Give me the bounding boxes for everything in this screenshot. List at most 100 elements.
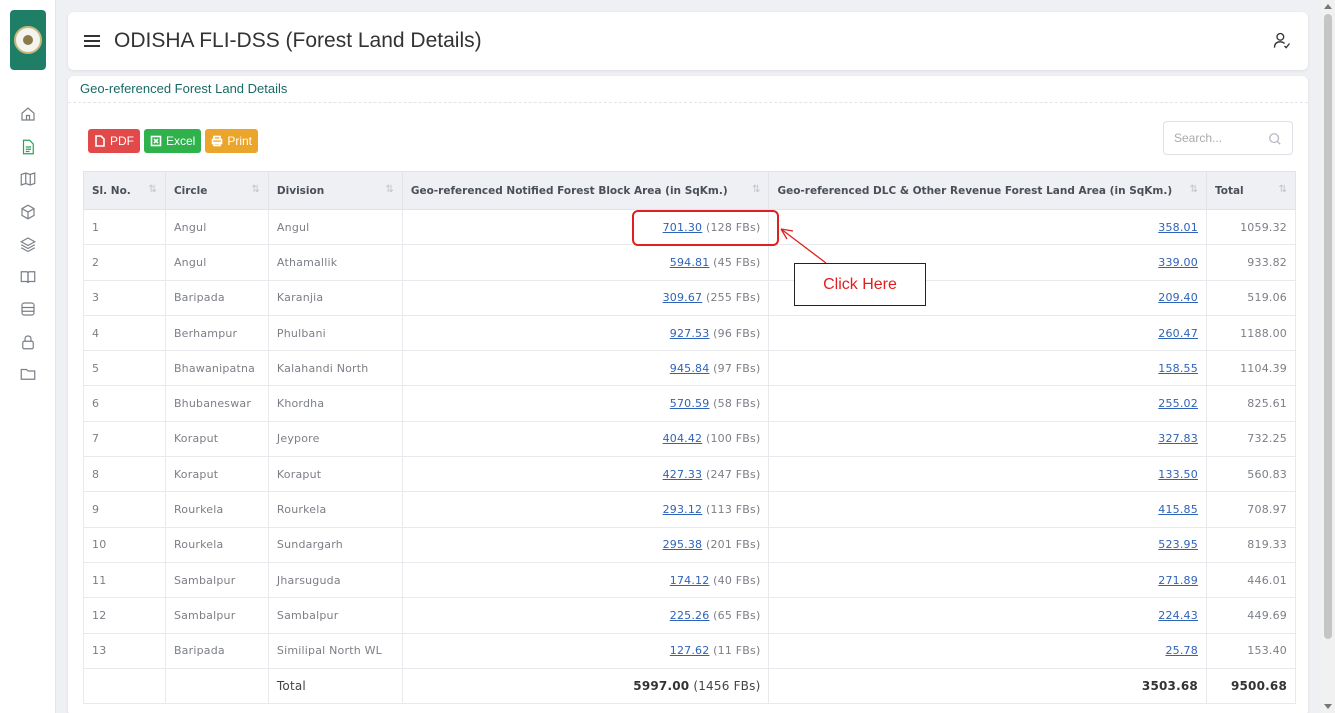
notified-forest-area-link[interactable]: 594.81 <box>670 256 710 269</box>
col-header-label: Sl. No. <box>92 184 131 197</box>
sidebar-item-documents[interactable] <box>0 131 56 164</box>
app-title: ODISHA FLI-DSS (Forest Land Details) <box>114 29 482 52</box>
database-icon <box>21 302 35 316</box>
col-header-circle[interactable]: Circle ⇅ <box>164 171 269 210</box>
search-input[interactable] <box>1174 131 1264 145</box>
sidebar-item-layers[interactable] <box>0 228 56 261</box>
table-row: 9 Rourkela Rourkela 293.12 (113 FBs) 415.85 7… <box>83 491 1297 528</box>
total-fb-count: (1456 FBs) <box>693 679 761 693</box>
dlc-area-link[interactable]: 255.02 <box>1158 397 1198 410</box>
cell-sl-no: 13 <box>83 632 166 669</box>
dlc-area-link[interactable]: 25.78 <box>1165 644 1198 657</box>
cell-circle: Angul <box>164 208 269 246</box>
table-row: 8 Koraput Koraput 427.33 (247 FBs) 133.50 560… <box>83 456 1297 493</box>
odisha-emblem-logo[interactable] <box>10 10 46 70</box>
scrollbar-thumb[interactable] <box>1324 14 1332 639</box>
sidebar-item-map[interactable] <box>0 163 56 196</box>
export-toolbar: PDF Excel Print <box>88 129 259 153</box>
fb-count: (255 FBs) <box>705 291 761 305</box>
dlc-area-link[interactable]: 358.01 <box>1158 221 1198 234</box>
cell-circle: Bhawanipatna <box>164 350 269 387</box>
sidebar-item-database[interactable] <box>0 293 56 326</box>
print-button[interactable]: Print <box>205 129 259 153</box>
sort-icon: ⇅ <box>148 184 157 195</box>
dlc-area-link[interactable]: 209.40 <box>1158 291 1198 304</box>
notified-forest-area-link[interactable]: 570.59 <box>670 397 710 410</box>
dlc-area-link[interactable]: 224.43 <box>1158 609 1198 622</box>
page-scrollbar[interactable] <box>1321 0 1335 713</box>
notified-forest-area-link[interactable]: 427.33 <box>663 468 703 481</box>
notified-forest-area-link[interactable]: 309.67 <box>663 291 703 304</box>
cell-notified-forest-area: 570.59 (58 FBs) <box>401 385 770 422</box>
cell-circle: Baripada <box>164 632 269 669</box>
excel-button[interactable]: Excel <box>144 129 202 153</box>
lock-icon <box>22 335 34 350</box>
map-icon <box>20 172 36 187</box>
col-header-total[interactable]: Total ⇅ <box>1205 171 1297 210</box>
forest-details-card: Geo-referenced Forest Land Details PDF E… <box>68 76 1308 713</box>
notified-forest-area-link[interactable]: 945.84 <box>670 362 710 375</box>
col-header-label: Total <box>1214 184 1244 197</box>
search-icon <box>1269 133 1281 145</box>
dlc-area-link[interactable]: 523.95 <box>1158 538 1198 551</box>
cell-circle: Baripada <box>164 279 269 316</box>
cell-notified-forest-area: 945.84 (97 FBs) <box>401 350 770 387</box>
cell-dlc-area: 158.55 <box>768 350 1207 387</box>
hamburger-menu-icon[interactable] <box>84 34 102 48</box>
notified-forest-area-link[interactable]: 127.62 <box>670 644 710 657</box>
dlc-area-link[interactable]: 415.85 <box>1158 503 1198 516</box>
sort-icon: ⇅ <box>1189 184 1198 195</box>
cell-division: Jharsuguda <box>267 561 403 599</box>
notified-forest-area-link[interactable]: 293.12 <box>663 503 703 516</box>
pdf-button[interactable]: PDF <box>88 129 140 153</box>
scroll-down-arrow-icon[interactable] <box>1324 704 1332 709</box>
cell-total: 519.06 <box>1205 279 1297 316</box>
cell-circle: Angul <box>164 244 269 281</box>
dlc-area-link[interactable]: 339.00 <box>1158 256 1198 269</box>
cell-sl-no: 1 <box>83 208 166 246</box>
grand-total: 9500.68 <box>1205 667 1297 705</box>
dlc-area-link[interactable]: 158.55 <box>1158 362 1198 375</box>
sidebar-item-cube[interactable] <box>0 196 56 229</box>
fb-count: (97 FBs) <box>713 361 761 375</box>
col-header-notified-forest-block-area[interactable]: Geo-referenced Notified Forest Block Are… <box>401 171 770 210</box>
card-title: Geo-referenced Forest Land Details <box>80 81 288 96</box>
notified-forest-area-link[interactable]: 174.12 <box>670 574 710 587</box>
table-row: 11 Sambalpur Jharsuguda 174.12 (40 FBs) 271.… <box>83 561 1297 599</box>
sidebar-item-lock[interactable] <box>0 326 56 359</box>
sidebar-item-home[interactable] <box>0 98 56 131</box>
card-divider <box>68 102 1308 103</box>
cell-division: Koraput <box>267 456 403 493</box>
scroll-up-arrow-icon[interactable] <box>1324 4 1332 9</box>
cell-notified-forest-area: 127.62 (11 FBs) <box>401 632 770 669</box>
forest-land-table: Sl. No. ⇅ Circle ⇅ Division ⇅ Geo-reference… <box>83 171 1297 705</box>
user-profile-icon[interactable] <box>1272 31 1292 51</box>
cell-total: 933.82 <box>1205 244 1297 281</box>
dlc-area-link[interactable]: 327.83 <box>1158 432 1198 445</box>
sidebar-item-book[interactable] <box>0 261 56 294</box>
col-header-dlc-revenue-forest-area[interactable]: Geo-referenced DLC & Other Revenue Fores… <box>768 171 1207 210</box>
notified-forest-area-link[interactable]: 927.53 <box>670 327 710 340</box>
notified-forest-area-link[interactable]: 295.38 <box>663 538 703 551</box>
cell-division: Sundargarh <box>267 526 403 563</box>
dlc-area-link[interactable]: 133.50 <box>1158 468 1198 481</box>
sidebar-item-folder[interactable] <box>0 358 56 391</box>
cell-division: Sambalpur <box>267 597 403 634</box>
notified-forest-area-link[interactable]: 225.26 <box>670 609 710 622</box>
table-row: 3 Baripada Karanjia 309.67 (255 FBs) 209.40 5… <box>83 279 1297 316</box>
cell-notified-forest-area: 225.26 (65 FBs) <box>401 597 770 634</box>
cell-notified-forest-area: 927.53 (96 FBs) <box>401 314 770 352</box>
col-header-sl-no[interactable]: Sl. No. ⇅ <box>83 171 166 210</box>
cell-dlc-area: 255.02 <box>768 385 1207 422</box>
excel-button-label: Excel <box>166 134 196 148</box>
notified-forest-area-link[interactable]: 404.42 <box>663 432 703 445</box>
dlc-area-link[interactable]: 260.47 <box>1158 327 1198 340</box>
col-header-label: Circle <box>173 184 208 197</box>
table-header-row: Sl. No. ⇅ Circle ⇅ Division ⇅ Geo-reference… <box>83 171 1297 210</box>
cell-total: 1059.32 <box>1205 208 1297 246</box>
col-header-division[interactable]: Division ⇅ <box>267 171 403 210</box>
click-here-callout: Click Here <box>794 263 926 306</box>
dlc-area-link[interactable]: 271.89 <box>1158 574 1198 587</box>
total-label: Total <box>267 667 403 705</box>
table-row: 7 Koraput Jeypore 404.42 (100 FBs) 327.83 732… <box>83 420 1297 458</box>
